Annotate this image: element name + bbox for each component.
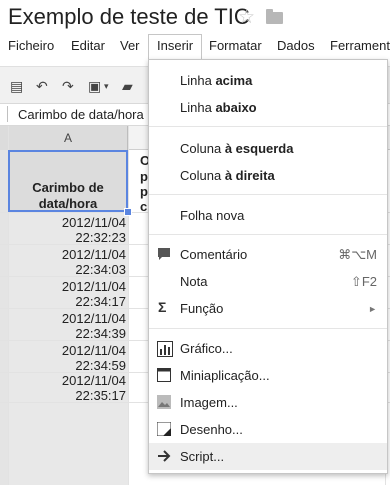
label-prefix: Coluna [180,141,222,156]
menubar: Ficheiro Editar Ver Inserir Formatar Dad… [0,36,390,58]
cell-date: 2012/11/04 [61,373,126,388]
menu-item-coluna-direita[interactable]: Coluna à direita [149,162,387,189]
menu-item-folha-nova[interactable]: Folha nova [149,202,387,229]
menu-item-label: Imagem... [180,395,238,410]
shortcut-label: ⇧F2 [350,274,377,289]
menu-item-label: Função [180,301,224,316]
label-prefix: Linha [180,100,212,115]
redo-icon[interactable]: ↷ [62,78,74,95]
label-prefix: Linha [180,73,212,88]
drawing-icon [156,421,172,437]
menu-item-label: Nota [180,274,208,289]
cell-time: 22:32:23 [75,230,126,245]
cell-date: 2012/11/04 [61,247,126,262]
image-icon [157,395,171,409]
column-b-fragment: c [140,199,148,214]
menu-ficheiro[interactable]: Ficheiro [8,38,54,53]
table-row[interactable]: 2012/11/04 22:34:59 [10,343,126,373]
table-row[interactable]: 2012/11/04 22:34:17 [10,279,126,309]
sigma-icon: Σ [158,299,167,315]
cell-date: 2012/11/04 [61,343,126,358]
menu-formatar[interactable]: Formatar [209,38,262,53]
menu-ferramentas[interactable]: Ferramentas [330,38,390,53]
comment-icon [157,247,171,261]
table-row[interactable]: 2012/11/04 22:32:23 [10,215,126,245]
folder-icon[interactable] [266,9,283,24]
menu-separator [149,194,387,195]
cell-time: 22:34:03 [75,262,126,277]
star-icon[interactable]: ☆ [238,6,255,29]
menu-item-label: Gráfico... [180,341,233,356]
menu-separator [149,234,387,235]
menu-inserir[interactable]: Inserir [157,38,193,53]
table-row[interactable]: 2012/11/04 22:34:39 [10,311,126,341]
column-header-a[interactable]: A [8,126,128,150]
menu-item-label: Desenho... [180,422,243,437]
cell-time: 22:34:17 [75,294,126,309]
menu-item-linha-abaixo[interactable]: Linha abaixo [149,94,387,121]
menu-ver[interactable]: Ver [120,38,140,53]
undo-icon[interactable]: ↶ [36,78,48,95]
insert-menu-dropdown: Linha acima Linha abaixo Coluna à esquer… [148,59,388,474]
menu-item-script[interactable]: Script... [149,443,387,470]
header-cell-text: Carimbo de data/hora [12,180,124,212]
menu-item-label: Folha nova [180,208,245,223]
menu-separator [149,328,387,329]
gadget-icon [157,368,171,382]
chevron-down-icon[interactable]: ▾ [104,81,109,92]
select-all-corner[interactable] [0,126,8,150]
table-row[interactable]: 2012/11/04 22:35:17 [10,373,126,403]
menu-item-linha-acima[interactable]: Linha acima [149,67,387,94]
document-title[interactable]: Exemplo de teste de TIC [8,4,250,30]
chart-icon [157,341,173,357]
table-row[interactable]: 2012/11/04 22:34:03 [10,247,126,277]
menu-dados[interactable]: Dados [277,38,315,53]
cell-time: 22:34:59 [75,358,126,373]
label-emphasis: à direita [224,168,275,183]
label-prefix: Coluna [180,168,222,183]
script-icon [157,449,171,463]
menu-item-grafico[interactable]: Gráfico... [149,335,387,362]
label-emphasis: abaixo [215,100,257,115]
menu-separator [149,126,387,127]
chevron-right-icon: ► [368,304,377,314]
formula-separator [7,106,8,122]
cell-date: 2012/11/04 [61,311,126,326]
print-icon[interactable]: ▤ [10,78,23,95]
menu-item-label: Miniaplicação... [180,368,270,383]
menu-item-label: Comentário [180,247,248,262]
column-b-fragment: p [140,184,148,199]
menu-item-comentario[interactable]: Comentário ⌘⌥M [149,241,387,268]
label-emphasis: à esquerda [224,141,294,156]
cell-date: 2012/11/04 [61,279,126,294]
formula-content[interactable]: Carimbo de data/hora [18,107,144,122]
column-b-fragment: p [140,169,148,184]
menu-editar[interactable]: Editar [71,38,105,53]
cell-date: 2012/11/04 [61,215,126,230]
menu-item-label: Script... [180,449,225,464]
header-line-2: data/hora [38,196,98,211]
paste-icon[interactable]: ▣ [88,78,101,95]
cell-time: 22:35:17 [75,388,126,403]
menu-item-nota[interactable]: Nota ⇧F2 [149,268,387,295]
shortcut-label: ⌘⌥M [338,247,377,262]
paint-format-icon[interactable]: ▰ [122,78,133,95]
row-header-strip[interactable] [0,150,8,485]
cell-time: 22:34:39 [75,326,126,341]
header-line-1: Carimbo de [32,180,104,195]
menu-item-coluna-esquerda[interactable]: Coluna à esquerda [149,135,387,162]
menu-item-imagem[interactable]: Imagem... [149,389,387,416]
grid-vline [128,126,129,485]
menu-item-desenho[interactable]: Desenho... [149,416,387,443]
label-emphasis: acima [215,73,253,88]
menu-item-funcao[interactable]: Σ Função ► [149,295,387,322]
menu-item-miniaplicacao[interactable]: Miniaplicação... [149,362,387,389]
